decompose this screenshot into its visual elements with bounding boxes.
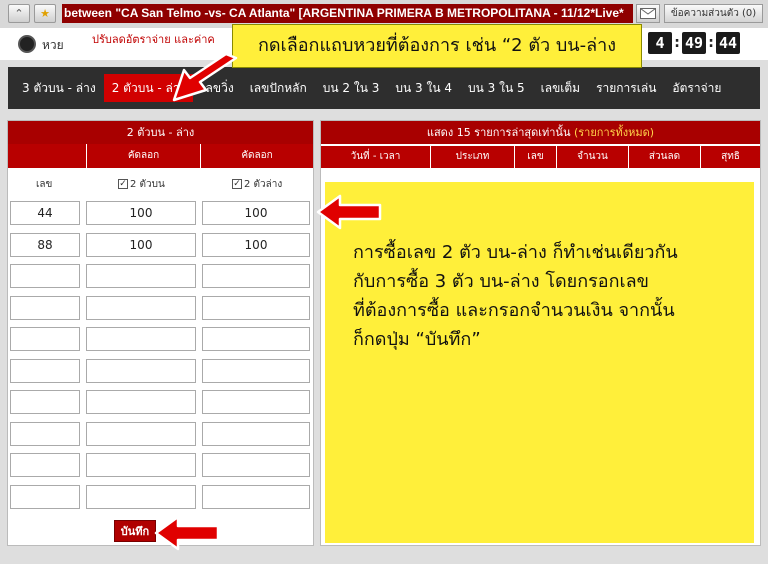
recent-bets-title: แสดง 15 รายการล่าสุดเท่านั้น (รายการทั้ง… [321,121,760,144]
tab-3-top-bottom[interactable]: 3 ตัวบน - ล่าง [14,74,104,102]
recent-bets-panel: แสดง 15 รายการล่าสุดเท่านั้น (รายการทั้ง… [320,120,761,546]
bottom-amount-input[interactable] [202,390,310,414]
lotto-label: หวย [42,38,64,52]
bottom-amount-input[interactable] [202,295,310,320]
number-label: เลข [36,179,53,190]
col-type: ประเภท [431,146,515,168]
arrow-icon [316,194,382,230]
number-input[interactable] [10,421,80,446]
number-input[interactable] [10,390,80,414]
top-amount-input[interactable] [86,484,196,509]
col-amount: จำนวน [557,146,629,168]
bet-row [8,484,313,511]
clock-hours: 4 [648,32,672,54]
note-line: กับการซื้อ 3 ตัว บน-ล่าง โดยกรอกเลข [353,271,649,292]
top-amount-input[interactable] [86,390,196,414]
tab-top-3-in-4[interactable]: บน 3 ใน 4 [387,74,460,102]
top-amount-input[interactable] [86,295,196,320]
mail-icon[interactable] [636,4,660,23]
copy-top-header[interactable]: คัดลอก [86,144,200,168]
check-bottom-2[interactable]: ✓ 2 ตัวล่าง [232,177,282,192]
number-input[interactable] [10,295,80,320]
bottom-amount-input[interactable] [202,264,310,288]
bet-row [8,358,313,385]
col-discount: ส่วนลด [629,146,701,168]
bet-row: 44 100 100 [8,201,313,227]
note-line: ก็กดปุ่ม “บันทึก” [353,329,481,350]
collapse-icon[interactable]: ⌃ [8,4,30,23]
number-input[interactable] [10,358,80,383]
private-messages-button[interactable]: ข้อความส่วนตัว (0) [664,4,763,23]
number-input[interactable]: 88 [10,232,80,257]
tab-top-2-in-3[interactable]: บน 2 ใน 3 [315,74,388,102]
top-amount-input[interactable] [86,453,196,477]
bet-row: 88 100 100 [8,232,313,259]
bottom-amount-input[interactable]: 100 [202,232,310,257]
top-amount-input[interactable]: 100 [86,201,196,225]
bet-row [8,453,313,479]
tab-full-number[interactable]: เลขเต็ม [533,74,588,102]
all-bets-link[interactable]: (รายการทั้งหมด) [574,126,654,139]
top-amount-input[interactable]: 100 [86,232,196,257]
check-top-2[interactable]: ✓ 2 ตัวบน [118,177,165,192]
bet-panel-title: 2 ตัวบน - ล่าง [8,121,313,144]
bottom-amount-input[interactable] [202,421,310,446]
save-button[interactable]: บันทึก [114,520,156,542]
tab-fixed-digit[interactable]: เลขปักหลัก [242,74,315,102]
bottom-amount-input[interactable] [202,327,310,351]
instruction-note: การซื้อเลข 2 ตัว บน-ล่าง ก็ทำเช่นเดียวกั… [325,182,754,543]
tab-bet-list[interactable]: รายการเล่น [588,74,664,102]
top-amount-input[interactable] [86,327,196,351]
arrow-icon [154,515,220,551]
bet-entry-panel: 2 ตัวบน - ล่าง คัดลอก คัดลอก เลข ✓ 2 ตัวบ… [7,120,314,546]
number-input[interactable] [10,484,80,509]
number-input[interactable] [10,453,80,477]
bet-row [8,421,313,448]
top-amount-input[interactable] [86,264,196,288]
col-datetime: วันที่ - เวลา [321,146,431,168]
lotto-logo-icon [18,35,36,53]
bet-row [8,390,313,416]
clock-minutes: 49 [682,32,706,54]
tab-top-3-in-5[interactable]: บน 3 ใน 5 [460,74,533,102]
number-input[interactable] [10,264,80,288]
bottom-amount-input[interactable] [202,358,310,383]
top-amount-input[interactable] [86,358,196,383]
bet-row [8,327,313,353]
bet-row [8,295,313,322]
bottom-amount-input[interactable]: 100 [202,201,310,225]
note-line: ที่ต้องการซื้อ และกรอกจำนวนเงิน จากนั้น [353,300,675,321]
lotto-type-tabs: 3 ตัวบน - ล่าง 2 ตัวบน - ล่าง เลขวิ่ง เล… [8,67,760,109]
star-icon[interactable]: ★ [34,4,56,23]
arrow-icon [172,52,238,102]
top-amount-input[interactable] [86,421,196,446]
col-number: เลข [515,146,557,168]
clock-seconds: 44 [716,32,740,54]
clock: 4 : 49 : 44 [648,32,740,54]
bet-row [8,264,313,290]
note-line: การซื้อเลข 2 ตัว บน-ล่าง ก็ทำเช่นเดียวกั… [353,242,678,263]
number-input[interactable]: 44 [10,201,80,225]
adjust-rate-link[interactable]: ปรับลดอัตราจ่าย และค่าค [92,30,215,48]
number-input[interactable] [10,327,80,351]
news-marquee[interactable]: between "CA San Telmo -vs- CA Atlanta" [… [62,4,633,23]
tab-payout-rate[interactable]: อัตราจ่าย [664,74,729,102]
col-net: สุทธิ [721,151,740,162]
copy-bottom-header[interactable]: คัดลอก [200,144,313,168]
recent-bets-header: วันที่ - เวลา ประเภท เลข จำนวน ส่วนลด สุ… [321,146,760,168]
bottom-amount-input[interactable] [202,453,310,477]
instruction-callout-top: กดเลือกแถบหวยที่ต้องการ เช่น “2 ตัว บน-ล… [232,24,642,68]
bottom-amount-input[interactable] [202,484,310,509]
